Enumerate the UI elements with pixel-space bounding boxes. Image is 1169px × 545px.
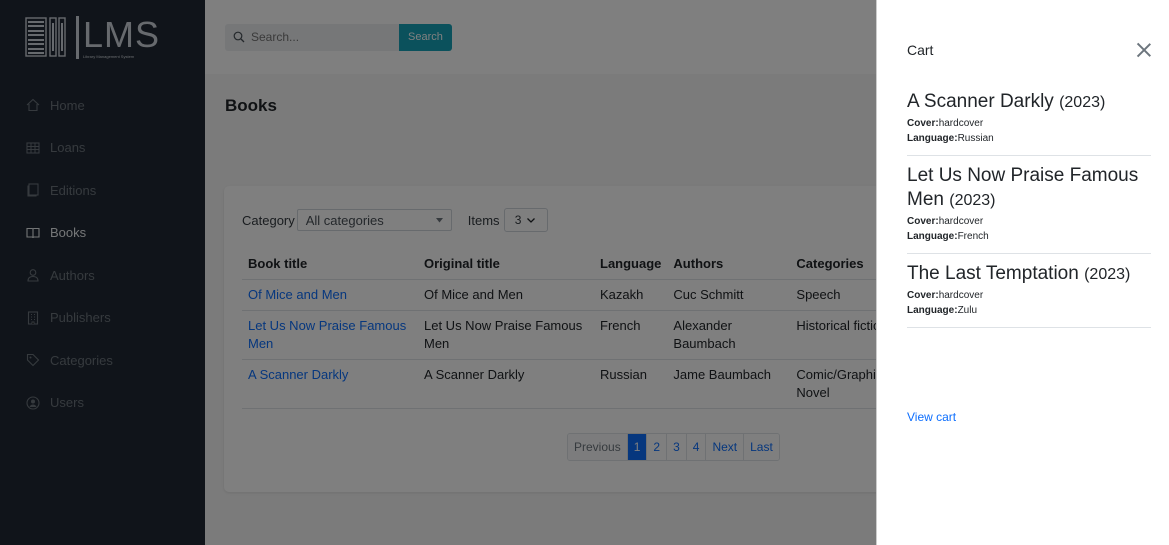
cart-item: Let Us Now Praise Famous Men (2023) Cove… xyxy=(907,156,1151,254)
offcanvas-backdrop[interactable] xyxy=(0,0,876,545)
cart-item-heading: The Last Temptation (2023) xyxy=(907,262,1151,287)
cart-list: A Scanner Darkly (2023) Cover:hardcover … xyxy=(907,82,1151,328)
language-label: Language: xyxy=(907,231,958,242)
cart-item: The Last Temptation (2023) Cover:hardcov… xyxy=(907,254,1151,328)
cart-item-heading: Let Us Now Praise Famous Men (2023) xyxy=(907,164,1151,213)
cart-item-language: French xyxy=(957,231,989,242)
language-label: Language: xyxy=(907,305,958,316)
cart-item-year: (2023) xyxy=(1084,266,1131,283)
cart-panel: Cart A Scanner Darkly (2023) Cover:hardc… xyxy=(876,0,1169,545)
cart-item-cover: hardcover xyxy=(938,118,984,129)
language-label: Language: xyxy=(907,133,958,144)
cart-item-title: The Last Temptation xyxy=(907,263,1079,284)
cart-header: Cart xyxy=(907,42,1152,58)
cart-item-heading: A Scanner Darkly (2023) xyxy=(907,90,1151,115)
view-cart-link[interactable]: View cart xyxy=(907,410,956,424)
cart-item: A Scanner Darkly (2023) Cover:hardcover … xyxy=(907,82,1151,156)
cart-item-language: Zulu xyxy=(957,305,978,316)
cart-title: Cart xyxy=(907,42,934,58)
cart-item-title: Let Us Now Praise Famous Men xyxy=(907,165,1139,210)
cart-item-year: (2023) xyxy=(1059,94,1106,111)
close-icon[interactable] xyxy=(1136,42,1152,58)
cover-label: Cover: xyxy=(907,216,939,227)
cart-item-cover: hardcover xyxy=(938,290,984,301)
cart-item-cover: hardcover xyxy=(938,216,984,227)
cart-item-language: Russian xyxy=(957,133,994,144)
cart-item-title: A Scanner Darkly xyxy=(907,91,1054,112)
cover-label: Cover: xyxy=(907,290,939,301)
cart-item-year: (2023) xyxy=(949,192,996,209)
cover-label: Cover: xyxy=(907,118,939,129)
